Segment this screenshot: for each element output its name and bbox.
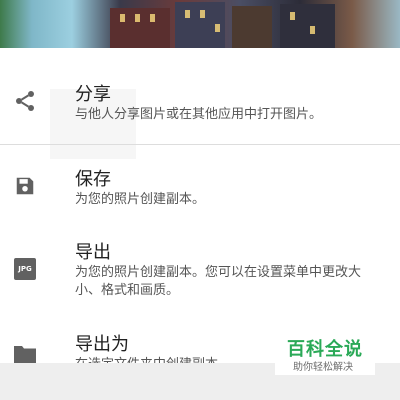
window-light — [215, 24, 220, 32]
watermark-logo: 百科全说 助你轻松解决 — [275, 331, 375, 375]
window-light — [150, 14, 155, 22]
jpg-icon-label: JPG — [18, 265, 32, 273]
jpg-file-icon: JPG — [12, 256, 38, 282]
window-light — [310, 26, 315, 34]
menu-item-save[interactable]: 保存 为您的照片创建副本。 — [0, 145, 400, 225]
photo-preview — [0, 0, 400, 48]
building-shape — [232, 6, 272, 48]
menu-item-share[interactable]: 分享 与他人分享图片或在其他应用中打开图片。 — [0, 48, 400, 144]
save-icon — [12, 173, 38, 199]
menu-item-description: 为您的照片创建副本。 — [75, 192, 206, 207]
building-shape — [110, 8, 170, 48]
window-light — [135, 14, 140, 22]
building-shape — [280, 4, 335, 48]
window-light — [120, 14, 125, 22]
window-light — [290, 12, 295, 20]
share-icon — [12, 88, 38, 114]
menu-item-description: 与他人分享图片或在其他应用中打开图片。 — [75, 107, 323, 122]
menu-item-title: 保存 — [75, 169, 111, 190]
window-light — [200, 10, 205, 18]
menu-item-description: 为您的照片创建副本。您可以在设置菜单中更改大小、格式和画质。 — [75, 265, 362, 298]
menu-item-title: 导出为 — [75, 334, 129, 355]
watermark-subtitle: 助你轻松解决 — [293, 362, 353, 373]
menu-item-export[interactable]: JPG 导出 为您的照片创建副本。您可以在设置菜单中更改大小、格式和画质。 — [0, 228, 400, 308]
window-light — [185, 10, 190, 18]
menu-item-title: 分享 — [75, 84, 111, 105]
menu-item-title: 导出 — [75, 242, 111, 263]
